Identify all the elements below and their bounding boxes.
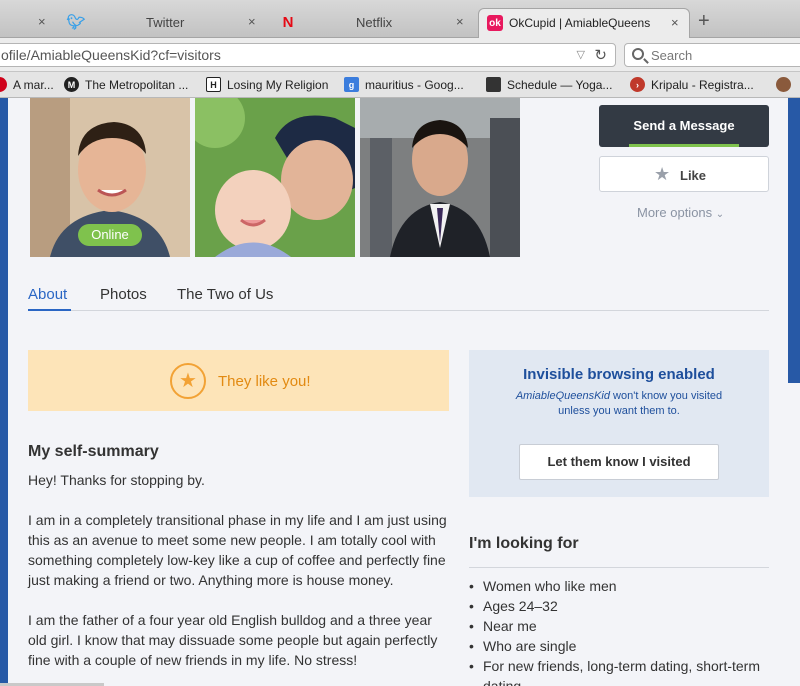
they-like-you-banner: ★ They like you!	[28, 350, 449, 411]
tab-title: Netflix	[356, 15, 393, 30]
tab-close-icon[interactable]: ×	[671, 15, 679, 30]
bookmark-label: mauritius - Goog...	[365, 77, 464, 92]
let-them-know-button[interactable]: Let them know I visited	[519, 444, 719, 480]
cube-icon	[486, 77, 501, 92]
page-background-right	[788, 98, 800, 686]
bookmark-favicon-icon	[0, 77, 7, 92]
self-summary-paragraph: I am in a completely transitional phase …	[28, 512, 447, 588]
profile-photo-2[interactable]	[195, 98, 355, 257]
bookmark-item[interactable]: g mauritius - Goog...	[344, 77, 464, 92]
search-input[interactable]: Search	[624, 43, 800, 67]
metropolitan-m-icon: M	[64, 77, 79, 92]
list-item: Women who like men	[469, 576, 769, 596]
self-summary-heading: My self-summary	[28, 443, 159, 460]
bookmark-label: Losing My Religion	[227, 77, 329, 92]
netflix-n-icon: N	[282, 13, 294, 31]
bookmark-item[interactable]: H Losing My Religion	[206, 77, 328, 92]
url-dropdown-icon[interactable]: ▽	[577, 48, 585, 61]
invisible-browsing-line2: unless you want them to.	[558, 405, 680, 417]
star-icon: ★	[654, 164, 671, 184]
divider	[469, 567, 769, 568]
send-message-button[interactable]: Send a Message	[599, 105, 769, 147]
tab-blank[interactable]: ×	[0, 8, 60, 38]
line1-rest: won't know you visited	[610, 390, 723, 402]
new-tab-button[interactable]: +	[698, 10, 710, 33]
list-item: Near me	[469, 616, 769, 636]
browser-navbar: ofile/AmiableQueensKid?cf=visitors ▽ ↻ S…	[0, 38, 800, 72]
bookmark-label: A mar...	[13, 77, 54, 92]
google-g-icon: g	[344, 77, 359, 92]
online-badge: Online	[78, 224, 142, 246]
tab-okcupid[interactable]: ok OkCupid | AmiableQueens ×	[478, 8, 690, 38]
list-item: Ages 24–32	[469, 596, 769, 616]
bookmark-item[interactable]: Schedule — Yoga...	[486, 77, 612, 92]
tab-about[interactable]: About	[28, 286, 67, 303]
tab-netflix[interactable]: N Netflix ×	[270, 8, 478, 38]
arrow-circle-icon: ›	[630, 77, 645, 92]
profile-tabs: About Photos The Two of Us	[28, 284, 769, 311]
url-text: ofile/AmiableQueensKid?cf=visitors	[1, 47, 221, 63]
chevron-down-icon: ⌄	[715, 209, 725, 220]
search-placeholder: Search	[651, 48, 693, 63]
tab-title: OkCupid | AmiableQueens	[509, 16, 651, 30]
h-icon: H	[206, 77, 221, 92]
tab-close-icon[interactable]: ×	[38, 14, 46, 29]
browser-tabbar: × 🐦︎ Twitter × N Netflix × ok OkCupid | …	[0, 0, 800, 38]
invisible-browsing-line1: AmiableQueensKid won't know you visited	[469, 390, 769, 402]
tab-twitter[interactable]: 🐦︎ Twitter ×	[60, 8, 270, 38]
okcupid-ok-icon: ok	[487, 15, 503, 31]
tab-the-two-of-us[interactable]: The Two of Us	[177, 286, 273, 303]
more-options-link[interactable]: More options ⌄	[637, 205, 724, 220]
like-button[interactable]: ★ Like	[599, 156, 769, 192]
bookmark-overflow-icon[interactable]	[776, 77, 797, 92]
like-label: Like	[680, 168, 707, 183]
looking-for-list: Women who like men Ages 24–32 Near me Wh…	[469, 576, 769, 686]
tab-photos[interactable]: Photos	[100, 286, 147, 303]
search-icon	[632, 48, 644, 60]
bookmark-item[interactable]: A mar...	[0, 77, 54, 92]
looking-for-heading: I'm looking for	[469, 535, 579, 552]
invisible-browsing-title: Invisible browsing enabled	[523, 366, 715, 383]
bookmarks-bar: A mar... M The Metropolitan ... H Losing…	[0, 72, 800, 98]
self-summary-paragraph: I am the father of a four year old Engli…	[28, 612, 438, 668]
send-message-label: Send a Message	[633, 118, 735, 133]
url-bar[interactable]: ofile/AmiableQueensKid?cf=visitors ▽ ↻	[0, 43, 616, 67]
bookmark-label: Schedule — Yoga...	[507, 77, 613, 92]
list-item: For new friends, long-term dating, short…	[469, 656, 769, 686]
invisible-browsing-panel: Invisible browsing enabled AmiableQueens…	[469, 350, 769, 497]
self-summary-paragraph: Hey! Thanks for stopping by.	[28, 472, 205, 488]
bookmark-label: The Metropolitan ...	[85, 77, 189, 92]
page-background-left	[0, 98, 8, 686]
username: AmiableQueensKid	[515, 390, 610, 402]
they-like-you-text: They like you!	[218, 373, 311, 390]
profile-photo-3[interactable]	[360, 98, 520, 257]
twitter-bird-icon: 🐦︎	[66, 14, 86, 31]
button-accent-bar	[629, 144, 739, 147]
list-item: Who are single	[469, 636, 769, 656]
bookmark-label: Kripalu - Registra...	[651, 77, 754, 92]
tab-title: Twitter	[146, 15, 185, 30]
bookmark-item[interactable]: › Kripalu - Registra...	[630, 77, 754, 92]
more-options-label: More options	[637, 205, 713, 220]
tab-close-icon[interactable]: ×	[456, 14, 464, 29]
reload-icon[interactable]: ↻	[594, 46, 607, 64]
person-icon	[776, 77, 791, 92]
star-icon: ★	[170, 363, 206, 399]
bookmark-item[interactable]: M The Metropolitan ...	[64, 77, 188, 92]
active-tab-underline	[28, 309, 71, 311]
tab-close-icon[interactable]: ×	[248, 14, 256, 29]
